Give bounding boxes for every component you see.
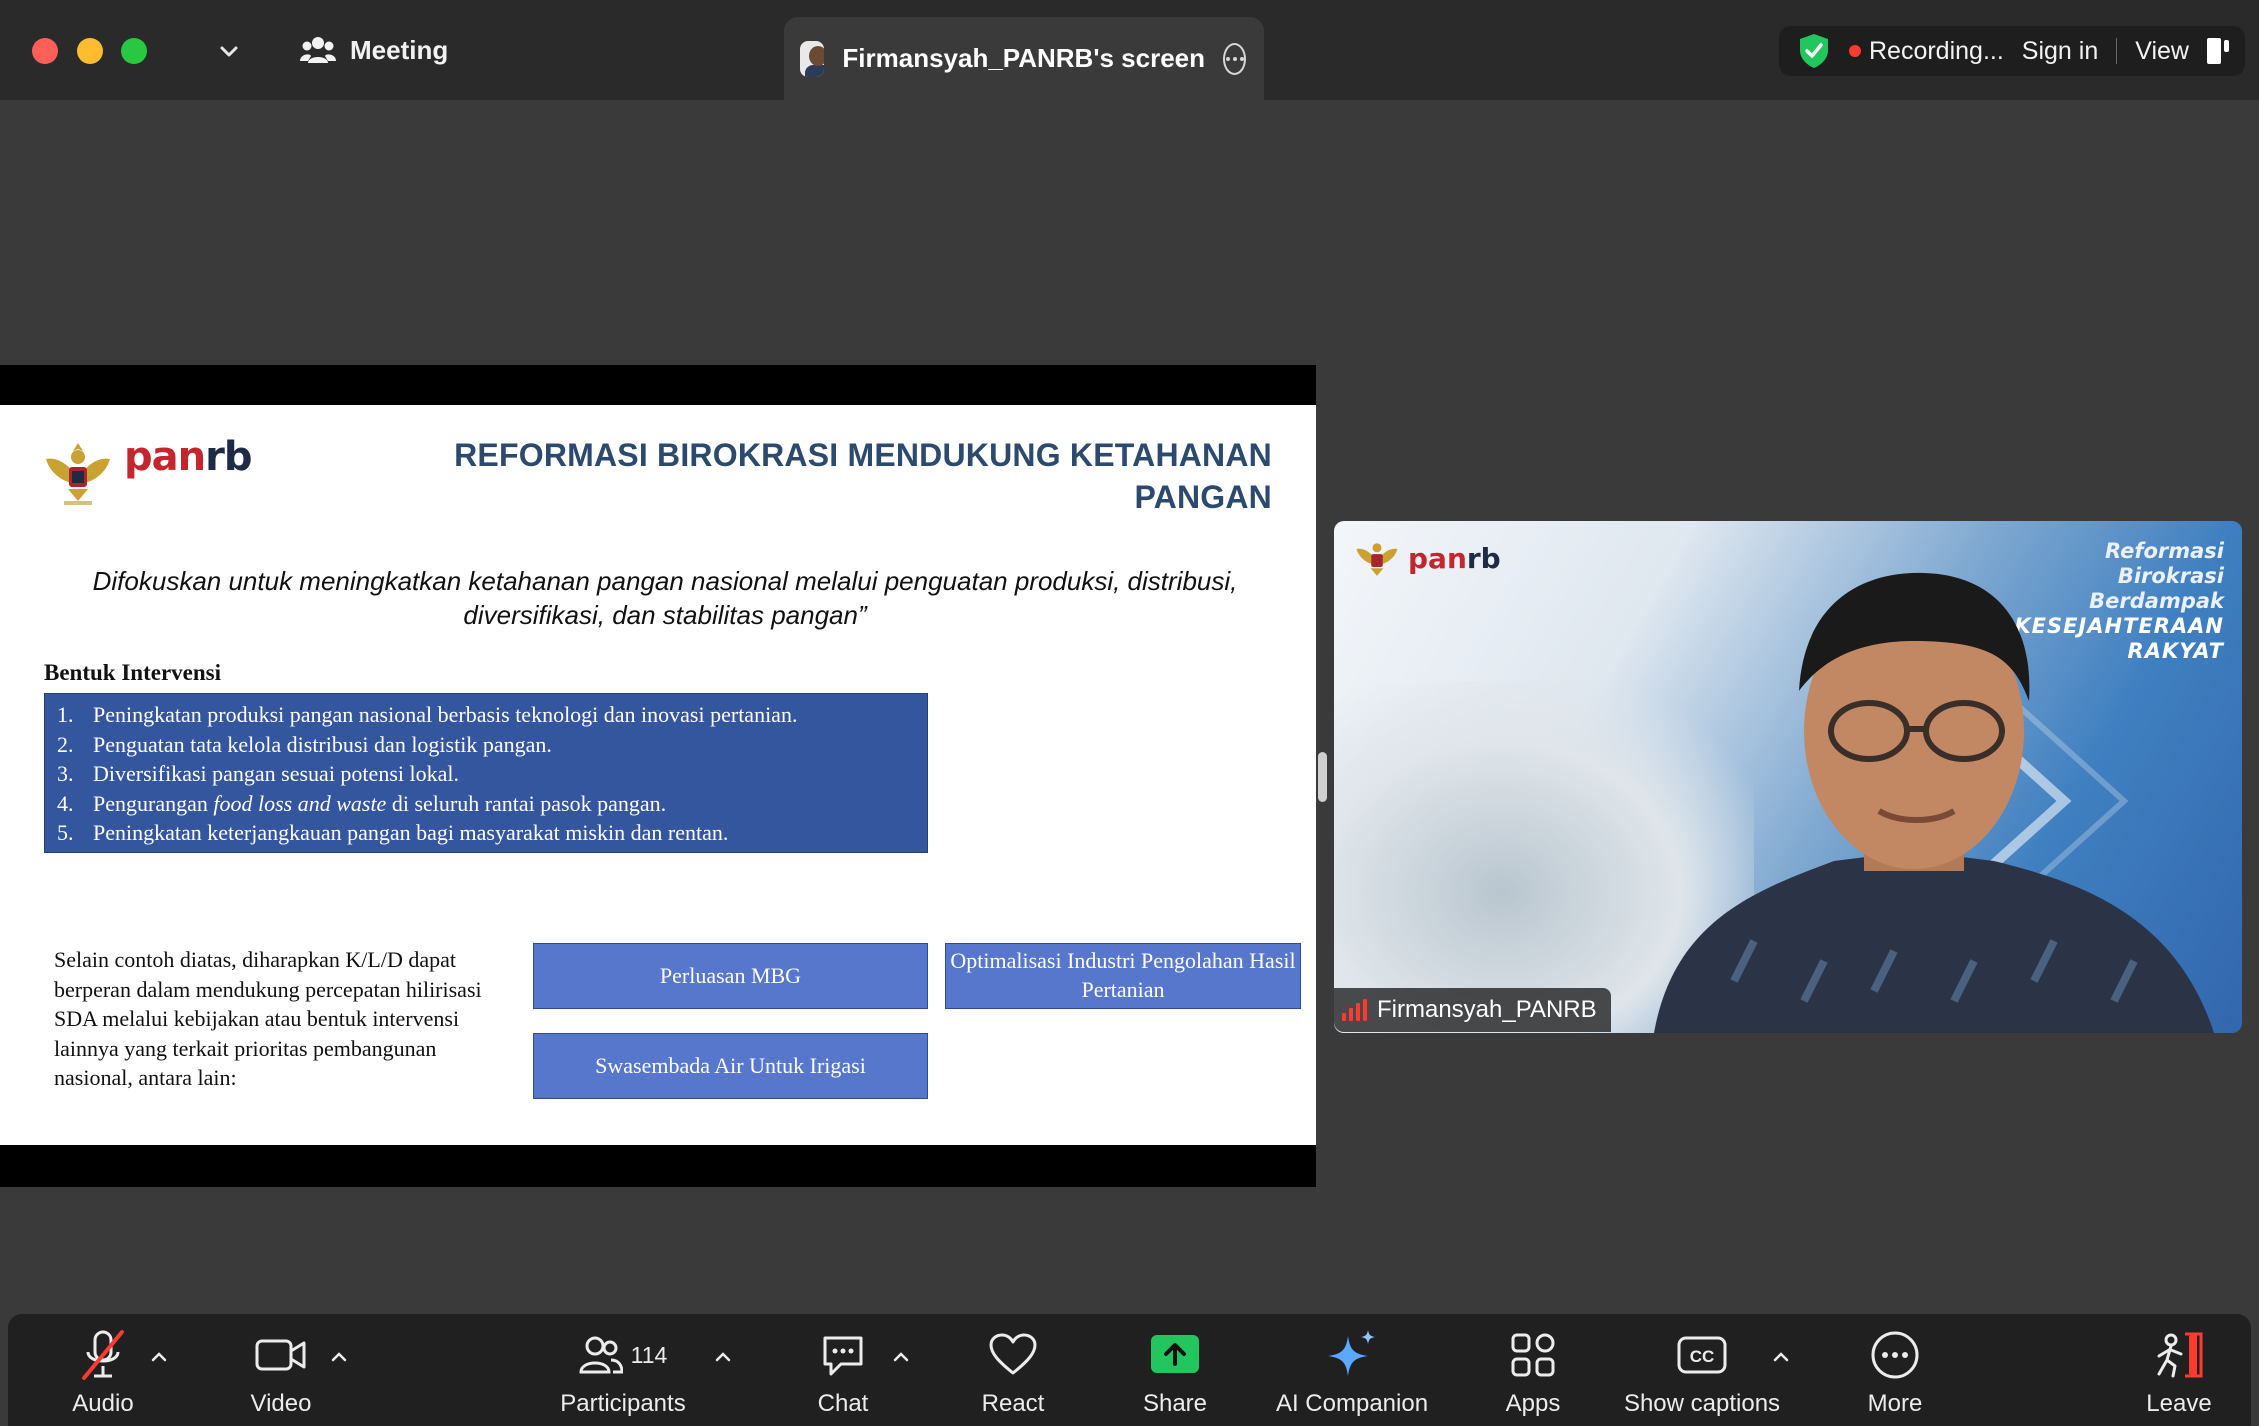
audio-options-chevron-icon[interactable]	[148, 1346, 170, 1368]
video-camera-icon	[255, 1339, 306, 1371]
garuda-emblem-icon	[46, 443, 110, 505]
participants-button[interactable]: 114 Participants	[548, 1314, 698, 1426]
logo-subtext	[124, 481, 254, 488]
apps-icon	[1511, 1333, 1555, 1377]
title-bar: Meeting Firmansyah_PANRB's screen Record…	[0, 0, 2259, 100]
panrb-logo-small: panrb	[1354, 535, 1501, 581]
intervention-list: 1. Peningkatan produksi pangan nasional b…	[44, 693, 928, 853]
closed-captions-icon: CC	[1677, 1336, 1727, 1374]
shield-check-icon[interactable]	[1797, 32, 1831, 70]
perluasan-mbg-box: Perluasan MBG	[533, 943, 928, 1009]
video-button[interactable]: Video	[226, 1314, 336, 1426]
meeting-label: Meeting	[350, 34, 449, 65]
view-button[interactable]: View	[2135, 37, 2189, 66]
list-item: 3. Diversifikasi pangan sesuai potensi lo…	[57, 761, 459, 786]
sparkle-icon	[1328, 1330, 1375, 1376]
sign-in-link[interactable]: Sign in	[2022, 37, 2098, 66]
more-button[interactable]: More	[1840, 1314, 1950, 1426]
chat-options-chevron-icon[interactable]	[890, 1346, 912, 1368]
view-layout-icon[interactable]	[2207, 38, 2231, 64]
leave-button[interactable]: Leave	[2124, 1314, 2234, 1426]
recording-dot-icon	[1849, 45, 1861, 57]
list-item: 5. Peningkatan keterjangkauan pangan bagi…	[57, 820, 729, 845]
divider	[2116, 38, 2118, 64]
meeting-toolbar: Audio Video 114 Participants Chat React …	[8, 1314, 2251, 1426]
meeting-button[interactable]: Meeting	[300, 28, 448, 72]
apps-button[interactable]: Apps	[1478, 1314, 1588, 1426]
more-icon	[1871, 1331, 1919, 1379]
chat-icon	[823, 1336, 863, 1376]
participant-person	[1654, 572, 2214, 1033]
slide-title: REFORMASI BIROKRASI MENDUKUNG KETAHANAN …	[454, 437, 1272, 515]
participant-video-tile[interactable]: panrb Reformasi Birokrasi Berdampak KESE…	[1334, 521, 2242, 1033]
share-arrow-icon	[1151, 1335, 1199, 1373]
video-options-chevron-icon[interactable]	[328, 1346, 350, 1368]
list-item: 1. Peningkatan produksi pangan nasional b…	[57, 702, 798, 727]
presenter-avatar	[800, 40, 825, 77]
heart-icon	[989, 1333, 1037, 1375]
react-button[interactable]: React	[958, 1314, 1068, 1426]
chevron-down-icon[interactable]	[214, 36, 244, 66]
selain-paragraph: Selain contoh diatas, diharapkan K/L/D d…	[54, 947, 482, 1090]
panrb-logo: panrb	[42, 437, 254, 509]
presentation-slide: panrb REFORMASI BIROKRASI MENDUKUNG KETA…	[0, 405, 1316, 1145]
chat-button[interactable]: Chat	[788, 1314, 898, 1426]
captions-options-chevron-icon[interactable]	[1770, 1346, 1792, 1368]
participant-name-tag: Firmansyah_PANRB	[1334, 988, 1611, 1032]
minimize-window-icon[interactable]	[77, 38, 103, 64]
swasembada-air-box: Swasembada Air Untuk Irigasi	[533, 1033, 928, 1099]
svg-text:CC: CC	[1690, 1347, 1715, 1366]
signal-bars-icon	[1342, 999, 1367, 1021]
shared-screen: panrb REFORMASI BIROKRASI MENDUKUNG KETA…	[0, 365, 1316, 1187]
close-window-icon[interactable]	[32, 38, 58, 64]
participants-group-icon	[300, 37, 336, 63]
split-view-handle[interactable]	[1318, 752, 1327, 802]
list-item: 4. Pengurangan food loss and waste di sel…	[57, 790, 667, 816]
participants-options-chevron-icon[interactable]	[712, 1346, 734, 1368]
list-item: 2. Penguatan tata kelola distribusi dan l…	[57, 731, 552, 757]
ai-companion-button[interactable]: AI Companion	[1262, 1314, 1442, 1426]
optimalisasi-industri-box: Optimalisasi Industri Pengolahan Hasil P…	[945, 943, 1301, 1009]
logo-wordmark: panrb	[124, 434, 252, 480]
recording-status[interactable]: Recording...	[1869, 37, 2004, 66]
audio-button[interactable]: Audio	[48, 1314, 158, 1426]
leave-icon	[2157, 1332, 2203, 1378]
show-captions-button[interactable]: CC Show captions	[1612, 1314, 1792, 1426]
bentuk-intervensi-heading: Bentuk Intervensi	[44, 660, 221, 685]
participants-icon	[579, 1336, 623, 1374]
more-options-icon[interactable]	[1223, 42, 1246, 75]
titlebar-right-controls: Recording... Sign in View	[1779, 26, 2245, 76]
share-button[interactable]: Share	[1120, 1314, 1230, 1426]
participant-count: 114	[630, 1341, 668, 1368]
screen-share-tab[interactable]: Firmansyah_PANRB's screen	[784, 17, 1264, 100]
microphone-muted-icon	[82, 1330, 124, 1380]
screen-tab-label: Firmansyah_PANRB's screen	[842, 43, 1206, 73]
participant-name: Firmansyah_PANRB	[1377, 996, 1597, 1023]
zoom-window-icon[interactable]	[121, 38, 147, 64]
slide-quote: Difokuskan untuk meningkatkan ketahanan …	[92, 566, 1238, 630]
garuda-emblem-icon	[1356, 543, 1398, 576]
